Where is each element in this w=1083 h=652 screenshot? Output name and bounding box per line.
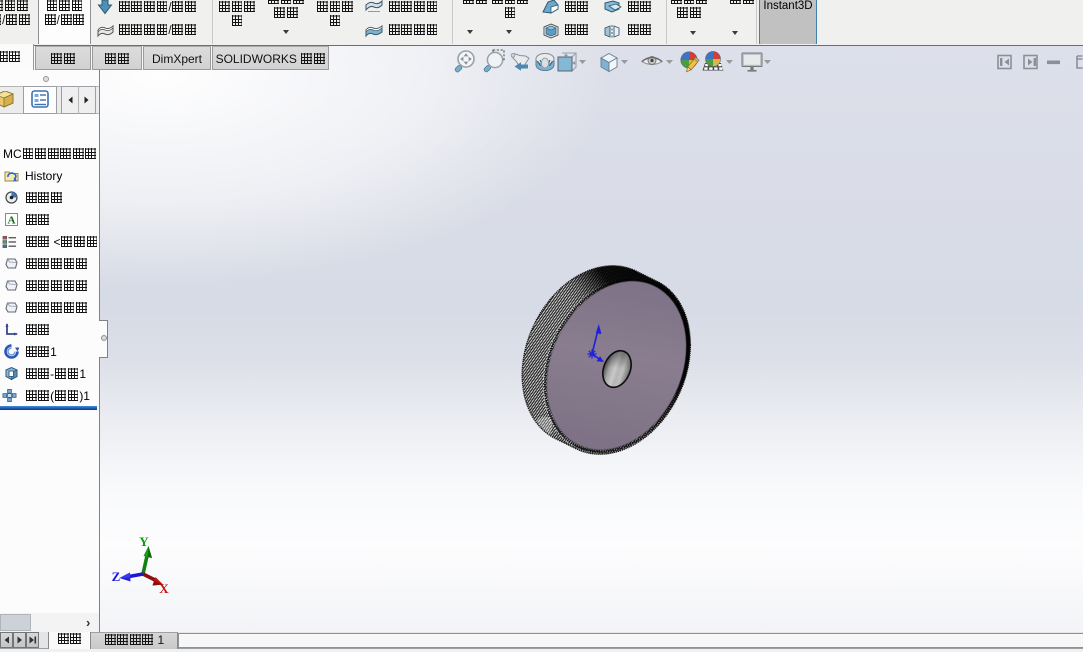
svg-text:A: A [8,215,16,227]
svg-text:X: X [159,581,169,596]
svg-text:Z: Z [112,569,121,584]
svg-text:Y: Y [139,534,149,549]
